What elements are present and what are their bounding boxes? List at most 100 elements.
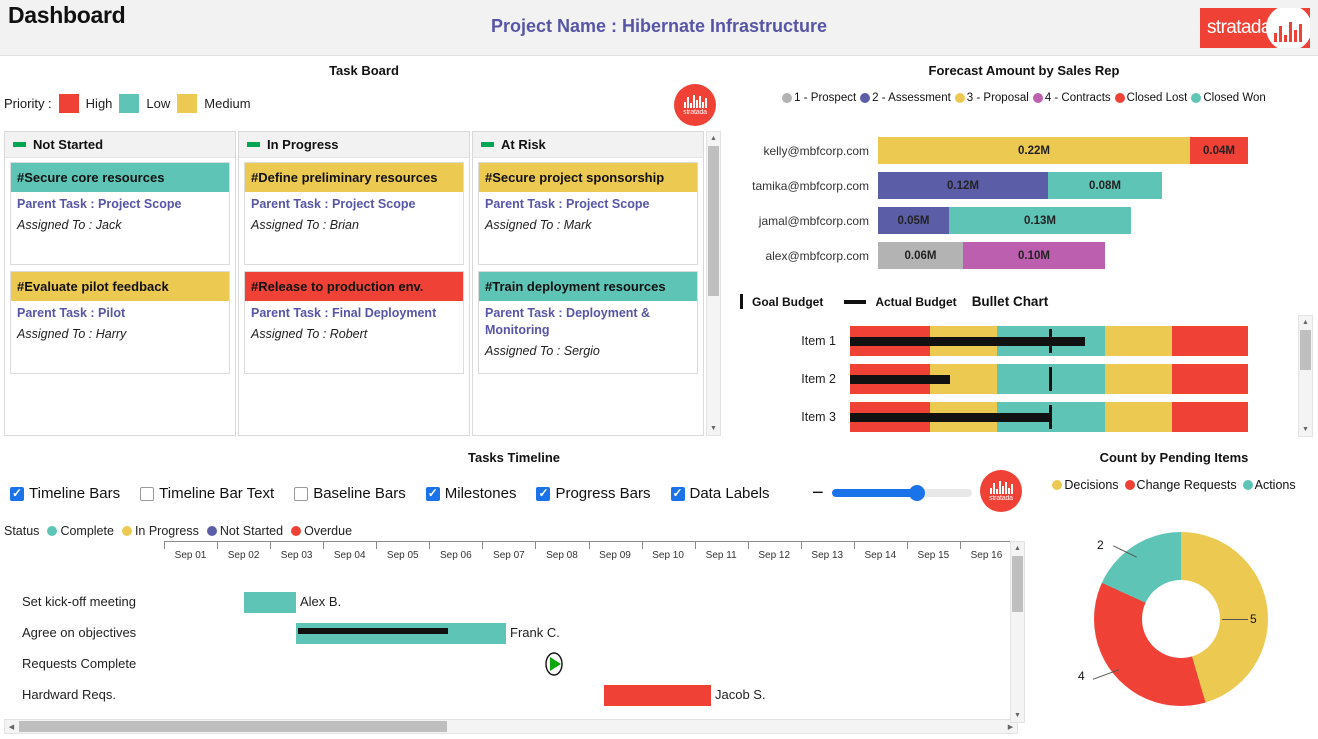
checkbox-icon[interactable] [294,487,308,501]
priority-label-high: High [86,96,113,111]
forecast-segment[interactable]: 0.06M [878,242,963,269]
legend-item-closed-lost[interactable]: Closed Lost [1115,92,1188,104]
checkbox-timeline-bars[interactable]: Timeline Bars [10,485,120,502]
forecast-segment[interactable]: 0.04M [1190,137,1248,164]
scroll-left-icon[interactable]: ◀ [5,720,18,733]
zoom-slider-fill [832,489,919,497]
goal-marker-icon [740,294,743,309]
legend-label: 4 - Contracts [1045,92,1111,104]
scrollbar-thumb[interactable] [708,146,719,296]
bullet-row-label: Item 3 [730,410,850,424]
status-item-complete[interactable]: Complete [47,524,114,538]
legend-item-decisions[interactable]: Decisions [1052,478,1118,492]
bullet-track[interactable] [850,326,1248,356]
legend-dot-icon [1125,480,1135,490]
checkbox-milestones[interactable]: Milestones [426,485,517,502]
gantt-bar[interactable] [604,685,711,706]
bullet-chart-scrollbar[interactable]: ▲ ▼ [1298,315,1313,437]
task-card[interactable]: #Secure project sponsorship Parent Task … [478,162,698,265]
legend-dot-icon [1191,93,1201,103]
legend-item-assessment[interactable]: 2 - Assessment [860,92,951,104]
gantt-axis-tick [376,542,377,549]
task-card[interactable]: #Release to production env. Parent Task … [244,271,464,374]
checkbox-icon[interactable] [536,487,550,501]
bullet-track[interactable] [850,402,1248,432]
zoom-slider-handle[interactable] [909,485,925,501]
task-card[interactable]: #Train deployment resources Parent Task … [478,271,698,374]
bullet-band [1172,364,1248,394]
checkbox-icon[interactable] [426,487,440,501]
legend-item-change-requests[interactable]: Change Requests [1125,478,1237,492]
legend-item-contracts[interactable]: 4 - Contracts [1033,92,1111,104]
checkbox-data-labels[interactable]: Data Labels [671,485,770,502]
checkbox-progress-bars[interactable]: Progress Bars [536,485,650,502]
gantt-rows: Set kick-off meeting Alex B. Agree on ob… [4,589,1018,713]
legend-item-actions[interactable]: Actions [1243,478,1296,492]
stratada-badge-taskboard: stratada [674,84,716,126]
status-item-not-started[interactable]: Not Started [207,524,283,538]
scrollbar-thumb[interactable] [1300,330,1311,370]
scrollbar-thumb[interactable] [19,721,447,732]
scroll-up-icon[interactable]: ▲ [1011,542,1024,555]
scroll-down-icon[interactable]: ▼ [707,422,720,435]
priority-legend-label: Priority : [4,96,52,111]
gantt-vertical-scrollbar[interactable]: ▲ ▼ [1010,541,1025,723]
gantt-axis-tick [854,542,855,549]
gantt-owner-label: Alex B. [300,594,341,609]
scroll-up-icon[interactable]: ▲ [1299,316,1312,329]
gantt-horizontal-scrollbar[interactable]: ◀ ▶ [4,719,1018,734]
legend-label: Closed Won [1203,92,1265,104]
forecast-segment[interactable]: 0.08M [1048,172,1162,199]
legend-label: 2 - Assessment [872,92,951,104]
checkbox-label: Progress Bars [555,485,650,502]
checkbox-baseline-bars[interactable]: Baseline Bars [294,485,406,502]
scroll-down-icon[interactable]: ▼ [1299,423,1312,436]
task-board-scrollbar[interactable]: ▲ ▼ [706,131,721,436]
checkbox-icon[interactable] [671,487,685,501]
forecast-segment[interactable]: 0.05M [878,207,949,234]
zoom-slider[interactable] [832,489,972,497]
forecast-row: jamal@mbfcorp.com 0.05M 0.13M [730,203,1318,238]
task-card-title: #Secure project sponsorship [479,163,697,192]
zoom-out-icon[interactable]: − [812,483,824,503]
bullet-track[interactable] [850,364,1248,394]
badge-bars-icon [684,95,707,108]
donut-value-change-requests: 4 [1078,669,1085,683]
status-item-in-progress[interactable]: In Progress [122,524,199,538]
legend-item-prospect[interactable]: 1 - Prospect [782,92,856,104]
milestone-icon[interactable] [544,652,564,676]
project-name-label: Project Name : Hibernate Infrastructure [0,16,1318,37]
task-card-assignee: Assigned To : Brian [251,218,457,232]
forecast-segment[interactable]: 0.13M [949,207,1131,234]
scroll-down-icon[interactable]: ▼ [1011,709,1024,722]
bullet-goal-marker [1049,405,1052,429]
scroll-up-icon[interactable]: ▲ [707,132,720,145]
checkbox-timeline-bar-text[interactable]: Timeline Bar Text [140,485,274,502]
status-item-overdue[interactable]: Overdue [291,524,352,538]
task-card-assignee: Assigned To : Sergio [485,344,691,358]
checkbox-label: Timeline Bars [29,485,120,502]
gantt-bar[interactable] [296,623,506,644]
board-column-title: At Risk [501,137,546,152]
timeline-zoom-control[interactable]: − + [812,483,991,503]
legend-item-closed-won[interactable]: Closed Won [1191,92,1265,104]
bullet-row: Item 3 [730,398,1302,436]
forecast-bar-group: 0.22M 0.04M [878,137,1248,164]
checkbox-icon[interactable] [140,487,154,501]
task-card[interactable]: #Evaluate pilot feedback Parent Task : P… [10,271,230,374]
forecast-segment[interactable]: 0.10M [963,242,1105,269]
task-card[interactable]: #Secure core resources Parent Task : Pro… [10,162,230,265]
task-card-title: #Release to production env. [245,272,463,301]
forecast-segment[interactable]: 0.12M [878,172,1048,199]
donut-leader-line [1222,619,1248,620]
task-card[interactable]: #Define preliminary resources Parent Tas… [244,162,464,265]
bullet-legend-actual-label: Actual Budget [875,295,956,309]
board-column-header: In Progress [239,132,469,158]
legend-item-proposal[interactable]: 3 - Proposal [955,92,1029,104]
checkbox-icon[interactable] [10,487,24,501]
task-board-title: Task Board [4,63,724,78]
forecast-segment[interactable]: 0.22M [878,137,1190,164]
gantt-bar[interactable] [244,592,296,613]
scrollbar-thumb[interactable] [1012,556,1023,612]
gantt-row: Requests Complete [4,651,1018,682]
